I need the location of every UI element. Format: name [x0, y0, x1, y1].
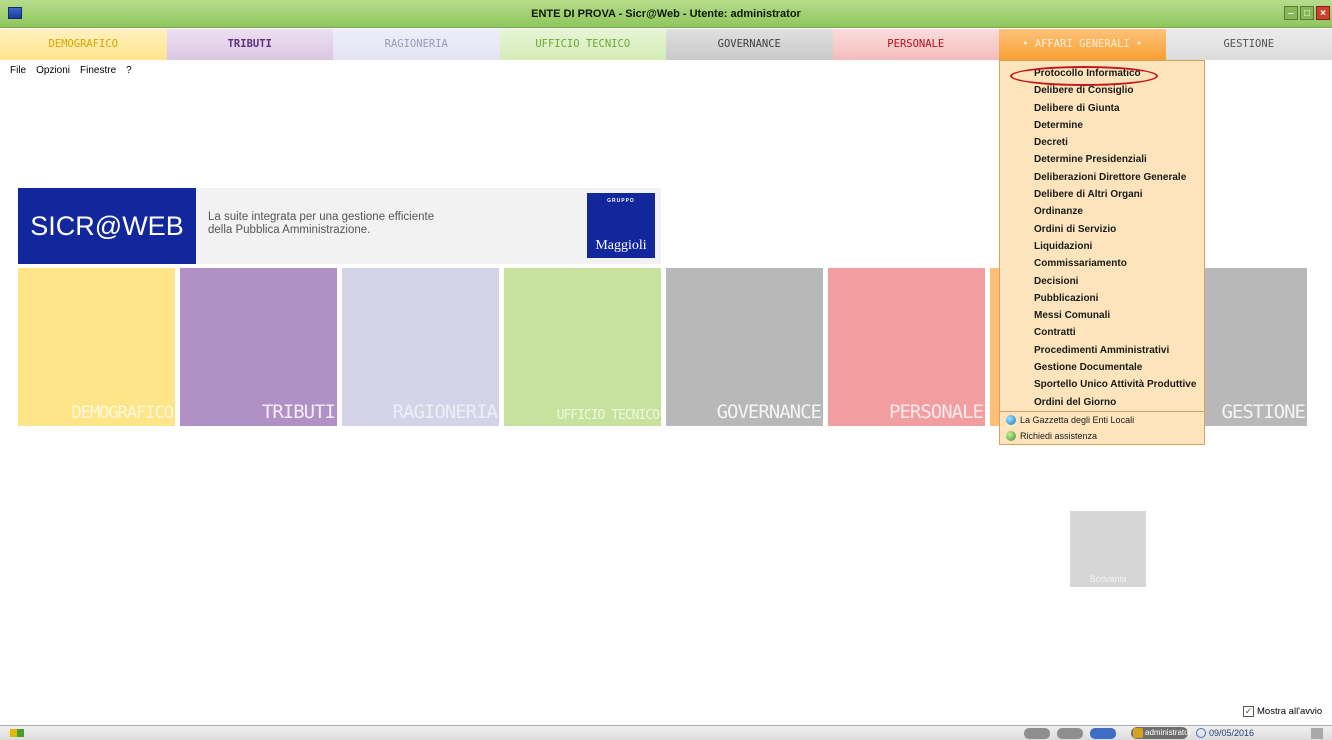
tile-label: RAGIONERIA	[392, 401, 498, 423]
maggioli-group-label: GRUPPO	[607, 198, 635, 204]
user-name: administrator	[1145, 728, 1192, 737]
application-window: ENTE DI PROVA - Sicr@Web - Utente: admin…	[0, 0, 1332, 740]
affari-generali-dropdown: Protocollo Informatico Delibere di Consi…	[999, 60, 1205, 445]
tab-ufficio-tecnico[interactable]: UFFICIO TECNICO	[499, 29, 666, 60]
scrivania-label: Scrivania	[1089, 574, 1127, 584]
menu-item-decreti[interactable]: Decreti	[1000, 134, 1204, 151]
tab-affari-generali[interactable]: • AFFARI GENERALI •	[999, 29, 1166, 60]
sicrweb-logo: SICR@WEB	[18, 188, 196, 264]
globe-icon	[1006, 415, 1016, 425]
tab-personale[interactable]: PERSONALE	[832, 29, 999, 60]
scrivania-tile[interactable]: Scrivania	[1070, 511, 1146, 587]
maggioli-logo: GRUPPO Maggioli	[587, 193, 655, 258]
show-at-startup-checkbox[interactable]: ✓	[1243, 706, 1254, 717]
show-at-startup: ✓ Mostra all'avvio	[1243, 706, 1322, 717]
printer-icon[interactable]	[1057, 728, 1083, 739]
tile-label: UFFICIO TECNICO	[556, 408, 660, 423]
status-end-button[interactable]	[1311, 728, 1323, 739]
menu-item-gazzetta[interactable]: La Gazzetta degli Enti Locali	[1000, 411, 1204, 427]
title-bar[interactable]: ENTE DI PROVA - Sicr@Web - Utente: admin…	[0, 0, 1332, 28]
menu-bar: File Opzioni Finestre ?	[10, 65, 132, 79]
tile-personale[interactable]: PERSONALE	[828, 268, 985, 426]
menu-opzioni[interactable]: Opzioni	[36, 65, 70, 79]
tab-demografico[interactable]: DEMOGRAFICO	[0, 29, 167, 60]
window-icon[interactable]	[1090, 728, 1116, 739]
menu-item-messi-comunali[interactable]: Messi Comunali	[1000, 307, 1204, 324]
menu-item-pubblicazioni[interactable]: Pubblicazioni	[1000, 290, 1204, 307]
tab-gestione[interactable]: GESTIONE	[1165, 29, 1332, 60]
tile-label: TRIBUTI	[261, 401, 336, 423]
menu-item-deliberazioni-direttore[interactable]: Deliberazioni Direttore Generale	[1000, 169, 1204, 186]
close-button[interactable]: ×	[1316, 6, 1330, 20]
date-display: 09/05/2016	[1196, 727, 1254, 739]
minimize-button[interactable]: –	[1284, 6, 1298, 20]
menu-item-determine[interactable]: Determine	[1000, 117, 1204, 134]
tile-label: GOVERNANCE	[716, 401, 822, 423]
tile-label: DEMOGRAFICO	[71, 403, 174, 423]
user-badge[interactable]: administrator	[1131, 727, 1192, 739]
window-controls: – □ ×	[1284, 6, 1330, 20]
eye-icon[interactable]	[1024, 728, 1050, 739]
user-avatar-icon	[1133, 728, 1143, 738]
menu-item-procedimenti-amministrativi[interactable]: Procedimenti Amministrativi	[1000, 342, 1204, 359]
menu-item-contratti[interactable]: Contratti	[1000, 324, 1204, 341]
tab-ragioneria[interactable]: RAGIONERIA	[333, 29, 500, 60]
tab-governance[interactable]: GOVERNANCE	[666, 29, 833, 60]
menu-item-label: Richiedi assistenza	[1020, 431, 1098, 441]
menu-item-decisioni[interactable]: Decisioni	[1000, 273, 1204, 290]
tile-demografico[interactable]: DEMOGRAFICO	[18, 268, 175, 426]
menu-file[interactable]: File	[10, 65, 26, 79]
tile-ragioneria[interactable]: RAGIONERIA	[342, 268, 499, 426]
dropdown-list: Protocollo Informatico Delibere di Consi…	[1000, 65, 1204, 411]
maximize-button[interactable]: □	[1300, 6, 1314, 20]
menu-item-delibere-giunta[interactable]: Delibere di Giunta	[1000, 100, 1204, 117]
window-title: ENTE DI PROVA - Sicr@Web - Utente: admin…	[531, 8, 801, 20]
status-bar: administrator 09/05/2016	[0, 725, 1332, 740]
menu-item-ordini-giorno[interactable]: Ordini del Giorno	[1000, 394, 1204, 411]
menu-item-commissariamento[interactable]: Commissariamento	[1000, 255, 1204, 272]
menu-item-protocollo-informatico[interactable]: Protocollo Informatico	[1000, 65, 1204, 86]
tile-label: PERSONALE	[889, 401, 984, 423]
menu-item-sportello-unico[interactable]: Sportello Unico Attività Produttive	[1000, 376, 1204, 393]
menu-item-richiedi-assistenza[interactable]: Richiedi assistenza	[1000, 428, 1204, 444]
menu-item-liquidazioni[interactable]: Liquidazioni	[1000, 238, 1204, 255]
maggioli-name: Maggioli	[595, 238, 647, 253]
menu-finestre[interactable]: Finestre	[80, 65, 116, 79]
start-menu-icon[interactable]	[10, 729, 24, 737]
help-globe-icon	[1006, 431, 1016, 441]
show-at-startup-label: Mostra all'avvio	[1257, 706, 1323, 717]
menu-item-ordini-servizio[interactable]: Ordini di Servizio	[1000, 221, 1204, 238]
tab-tributi[interactable]: TRIBUTI	[166, 29, 333, 60]
menu-item-gestione-documentale[interactable]: Gestione Documentale	[1000, 359, 1204, 376]
date-value: 09/05/2016	[1209, 728, 1255, 738]
tile-tributi[interactable]: TRIBUTI	[180, 268, 337, 426]
menu-help[interactable]: ?	[126, 65, 132, 79]
menu-item-ordinanze[interactable]: Ordinanze	[1000, 203, 1204, 220]
banner-tagline: La suite integrata per una gestione effi…	[208, 211, 435, 236]
highlight-circle	[1010, 66, 1158, 86]
menu-item-label: La Gazzetta degli Enti Locali	[1020, 415, 1135, 425]
tile-label: GESTIONE	[1221, 401, 1306, 423]
clock-icon	[1196, 728, 1206, 738]
menu-item-delibere-altri-organi[interactable]: Delibere di Altri Organi	[1000, 186, 1204, 203]
tile-ufficio-tecnico[interactable]: UFFICIO TECNICO	[504, 268, 661, 426]
welcome-banner: SICR@WEB La suite integrata per una gest…	[18, 188, 661, 264]
module-tabs: DEMOGRAFICO TRIBUTI RAGIONERIA UFFICIO T…	[0, 29, 1332, 60]
menu-item-determine-presidenziali[interactable]: Determine Presidenziali	[1000, 151, 1204, 168]
tile-governance[interactable]: GOVERNANCE	[666, 268, 823, 426]
